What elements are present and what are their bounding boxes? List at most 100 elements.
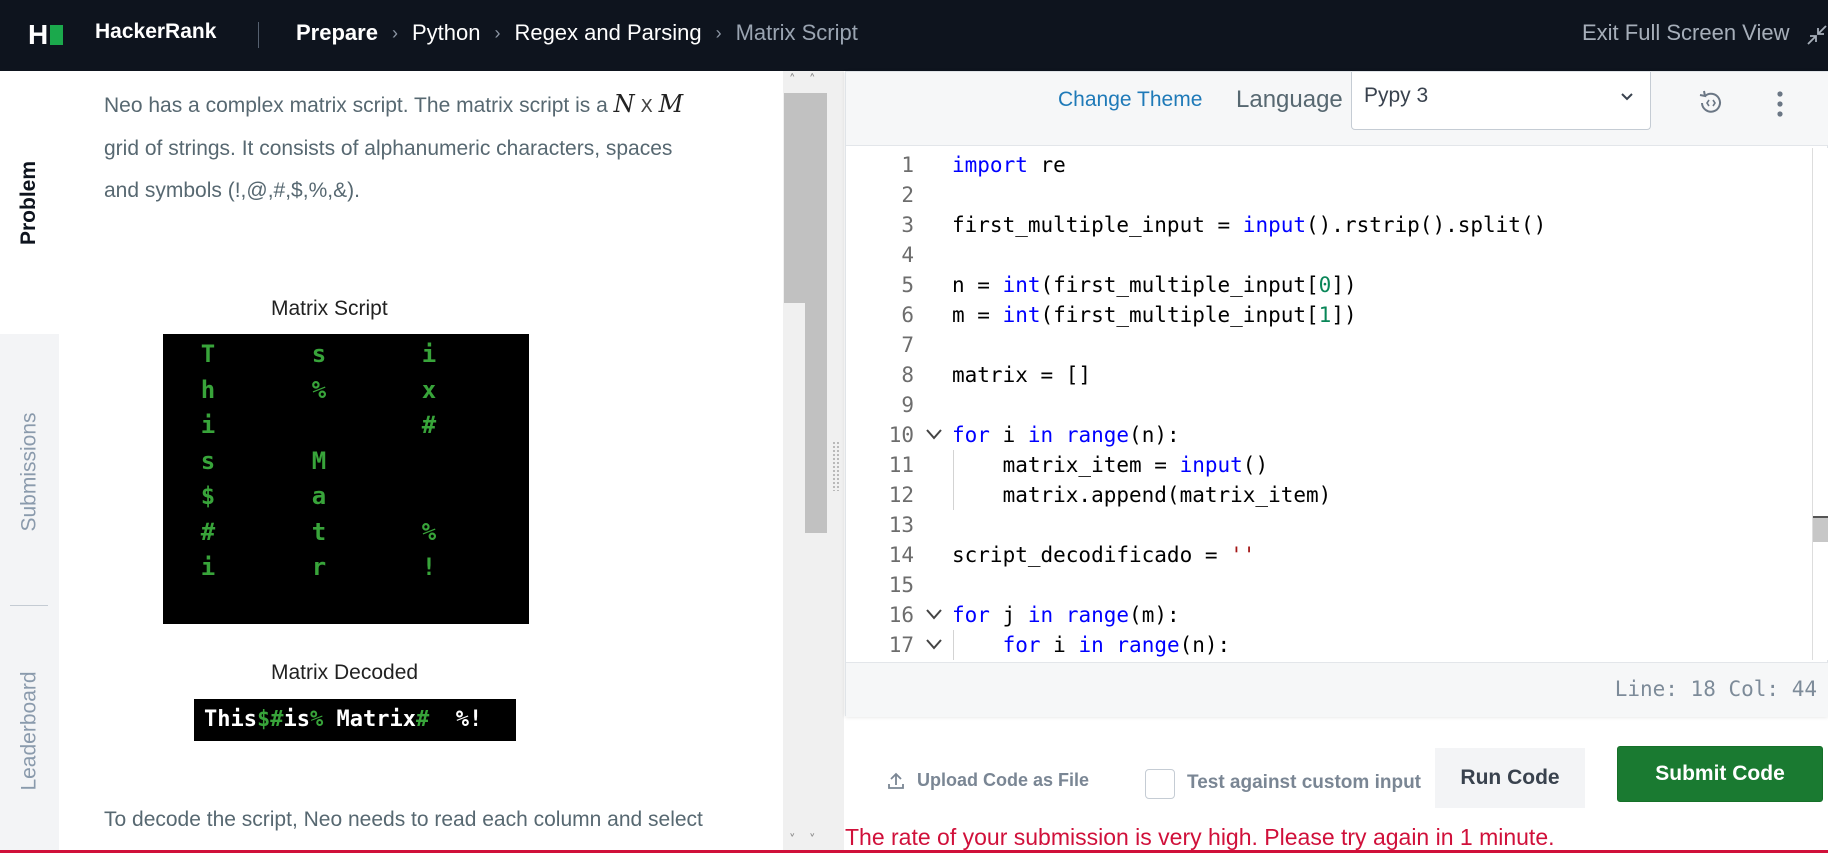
- decoded-text: $#: [256, 707, 284, 732]
- code-line[interactable]: 3 first_multiple_input = input().rstrip()…: [846, 210, 1812, 240]
- code-line[interactable]: 8 matrix = []: [846, 360, 1812, 390]
- line-number: 14: [888, 543, 914, 567]
- custom-input-label[interactable]: Test against custom input: [1187, 772, 1421, 794]
- line-number: 3: [901, 213, 914, 237]
- code-line[interactable]: 1 import re: [846, 150, 1812, 180]
- code-line[interactable]: 17 for i in range(n):: [846, 630, 1812, 660]
- line-number: 8: [901, 363, 914, 387]
- brand-name[interactable]: HackerRank: [95, 20, 216, 44]
- language-value: Pypy 3: [1364, 84, 1429, 107]
- tab-leaderboard[interactable]: Leaderboard: [0, 611, 59, 851]
- code-area[interactable]: 1 import re 2 3 first_multiple_input = input…: [846, 148, 1812, 660]
- code-line[interactable]: 14 script_decodificado = '': [846, 540, 1812, 570]
- chevron-down-icon: [1621, 93, 1633, 101]
- tab-submissions[interactable]: Submissions: [0, 336, 59, 608]
- matrix-cell: T: [200, 340, 216, 368]
- hackerrank-logo[interactable]: H: [28, 21, 66, 49]
- decoded-text: #: [415, 707, 430, 732]
- scroll-down-icon[interactable]: ˅: [789, 833, 796, 848]
- code-token: ().rstrip().split(): [1306, 213, 1547, 237]
- code-token: (n):: [1129, 423, 1180, 447]
- code-line[interactable]: 2: [846, 180, 1812, 210]
- breadcrumb-python[interactable]: Python: [412, 20, 481, 46]
- code-token: i: [989, 423, 1028, 447]
- upload-code-button[interactable]: Upload Code as File: [887, 770, 1089, 791]
- tab-problem[interactable]: Problem: [0, 71, 59, 334]
- collapse-icon[interactable]: [1806, 22, 1828, 48]
- scrollbar-thumb[interactable]: [1813, 518, 1828, 542]
- code-token: matrix_item =: [952, 453, 1180, 477]
- code-text: matrix = []: [952, 360, 1091, 390]
- more-options-icon[interactable]: [1776, 90, 1784, 118]
- submit-code-button[interactable]: Submit Code: [1617, 746, 1823, 802]
- code-token: (): [1242, 453, 1269, 477]
- problem-paragraph: Neo has a complex matrix script. The mat…: [104, 83, 734, 212]
- code-token: ]): [1331, 273, 1357, 297]
- code-token: 0: [1318, 273, 1332, 297]
- code-line[interactable]: 15: [846, 570, 1812, 600]
- scrollbar-thumb[interactable]: [784, 93, 827, 303]
- code-text: for i in range(n):: [952, 420, 1180, 450]
- code-line[interactable]: 7: [846, 330, 1812, 360]
- matrix-decoded-image: This$#is% Matrix# %!: [194, 699, 516, 741]
- top-navbar: H HackerRank Prepare › Python › Regex an…: [0, 0, 1828, 71]
- fold-arrow-icon[interactable]: [925, 637, 943, 651]
- tab-problem-label: Problem: [17, 160, 41, 245]
- code-line[interactable]: 9: [846, 390, 1812, 420]
- scrollbar-thumb[interactable]: [805, 303, 827, 533]
- indent-guide: [953, 450, 954, 480]
- scroll-up-icon[interactable]: ˄: [789, 73, 796, 88]
- code-editor-panel: Change Theme Language Pypy 3 1 import re 2…: [845, 71, 1828, 717]
- change-theme-link[interactable]: Change Theme: [1058, 88, 1202, 112]
- line-number: 15: [888, 573, 914, 597]
- code-token: (m):: [1129, 603, 1180, 627]
- code-line[interactable]: 13: [846, 510, 1812, 540]
- tab-leaderboard-label: Leaderboard: [17, 671, 41, 791]
- error-message: The rate of your submission is very high…: [845, 824, 1555, 850]
- cursor-position: Line: 18 Col: 44: [1614, 677, 1817, 701]
- code-token: in: [1027, 603, 1054, 627]
- line-number: 6: [901, 303, 914, 327]
- code-line[interactable]: 5 n = int(first_multiple_input[0]): [846, 270, 1812, 300]
- scroll-up-icon[interactable]: ˄: [809, 73, 816, 88]
- problem-scrollbar[interactable]: ˄ ˄ ˅ ˅: [783, 71, 828, 853]
- decoded-text: Matrix: [323, 707, 416, 732]
- problem-panel: Neo has a complex matrix script. The mat…: [59, 71, 782, 853]
- code-line[interactable]: 12 matrix.append(matrix_item): [846, 480, 1812, 510]
- code-token: range: [1116, 633, 1180, 657]
- matrix-cell: r: [311, 553, 327, 581]
- figure-title-matrix-decoded: Matrix Decoded: [271, 661, 419, 684]
- code-token: matrix.append(matrix_item): [952, 483, 1332, 507]
- breadcrumb-prepare[interactable]: Prepare: [296, 20, 378, 46]
- drag-handle-icon[interactable]: [832, 441, 840, 491]
- code-line[interactable]: 4: [846, 240, 1812, 270]
- fold-arrow-icon[interactable]: [925, 427, 943, 441]
- upload-label: Upload Code as File: [917, 770, 1090, 790]
- custom-input-checkbox[interactable]: [1145, 769, 1175, 799]
- code-line[interactable]: 10 for i in range(n):: [846, 420, 1812, 450]
- exit-fullscreen-link[interactable]: Exit Full Screen View: [1582, 20, 1789, 46]
- line-number: 4: [901, 243, 914, 267]
- language-select[interactable]: Pypy 3: [1351, 72, 1651, 130]
- reset-code-icon[interactable]: [1696, 88, 1726, 118]
- tab-submissions-label: Submissions: [17, 412, 41, 532]
- run-code-button[interactable]: Run Code: [1435, 748, 1585, 808]
- problem-text: Neo has a complex matrix script. The mat…: [104, 94, 608, 117]
- code-line[interactable]: 16 for j in range(m):: [846, 600, 1812, 630]
- matrix-cell: M: [311, 446, 327, 475]
- decoded-text: is: [283, 707, 310, 732]
- code-line[interactable]: 11 matrix_item = input(): [846, 450, 1812, 480]
- editor-scrollbar[interactable]: [1812, 148, 1828, 660]
- code-token: (n):: [1179, 633, 1231, 657]
- code-token: 1: [1318, 303, 1332, 327]
- editor-statusbar: Line: 18 Col: 44: [846, 662, 1828, 717]
- matrix-script-image: Ts i h% x i # s M $ a # t% i r!: [163, 334, 529, 624]
- code-line[interactable]: 6 m = int(first_multiple_input[1]): [846, 300, 1812, 330]
- scroll-down-icon[interactable]: ˅: [809, 833, 816, 848]
- fold-arrow-icon[interactable]: [925, 607, 943, 621]
- code-token: in: [1027, 423, 1054, 447]
- breadcrumb-regex[interactable]: Regex and Parsing: [514, 20, 701, 46]
- panel-splitter[interactable]: [828, 71, 844, 853]
- code-token: (first_multiple_input[: [1040, 303, 1319, 327]
